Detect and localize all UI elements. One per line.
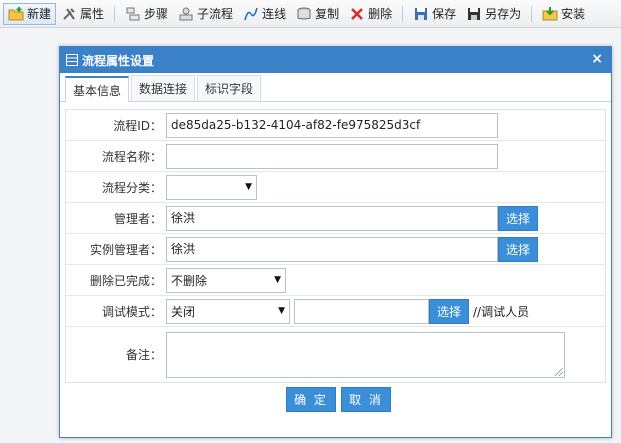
save-icon <box>413 6 429 22</box>
steps-label: 步骤 <box>144 7 169 21</box>
row-delete-completed: 删除已完成： 不删除 ▼ <box>66 265 605 296</box>
debug-mode-label: 调试模式： <box>101 304 162 319</box>
row-manager: 管理者： 徐洪 选择 <box>66 203 605 234</box>
copy-icon <box>296 6 312 22</box>
tools-icon <box>61 6 77 22</box>
save-as-label: 另存为 <box>485 7 522 21</box>
dialog-titlebar[interactable]: 流程属性设置 × <box>60 47 611 73</box>
toolbar-divider <box>114 5 116 22</box>
connect-line-label: 连线 <box>262 7 287 21</box>
copy-button[interactable]: 复制 <box>291 3 344 25</box>
delete-button[interactable]: 删除 <box>344 3 397 25</box>
dialog-footer: 确 定 取 消 <box>60 387 611 417</box>
manager-input[interactable]: 徐洪 <box>166 205 498 231</box>
steps-icon <box>125 6 141 22</box>
delete-completed-select[interactable]: 不删除 ▼ <box>166 267 286 293</box>
save-as-icon <box>466 6 482 22</box>
flow-properties-dialog: 流程属性设置 × 基本信息 数据连接 标识字段 流程ID： de85da25-b… <box>59 46 612 438</box>
ok-button[interactable]: 确 定 <box>286 387 336 412</box>
steps-button[interactable]: 步骤 <box>120 3 173 25</box>
tab-basic-info[interactable]: 基本信息 <box>65 76 130 102</box>
row-flow-name: 流程名称： <box>66 141 605 172</box>
copy-label: 复制 <box>315 7 340 21</box>
instance-manager-select-button[interactable]: 选择 <box>498 236 539 262</box>
flow-id-input[interactable]: de85da25-b132-4104-af82-fe975825d3cf <box>166 112 498 138</box>
tab-identifier-field[interactable]: 标识字段 <box>197 75 262 101</box>
new-button[interactable]: 新建 <box>3 2 57 25</box>
debug-mode-select[interactable]: 关闭 ▼ <box>166 298 290 324</box>
remark-textarea[interactable] <box>166 331 565 378</box>
window-icon <box>66 54 78 66</box>
flow-category-label: 流程分类： <box>101 180 162 195</box>
connect-line-button[interactable]: 连线 <box>238 3 291 25</box>
new-folder-icon <box>8 6 24 22</box>
row-flow-id: 流程ID： de85da25-b132-4104-af82-fe975825d3… <box>66 110 605 141</box>
manager-label: 管理者： <box>113 211 162 226</box>
flow-id-label: 流程ID： <box>113 118 162 133</box>
row-remark: 备注： <box>66 327 605 382</box>
toolbar-divider <box>402 5 404 22</box>
manager-select-button[interactable]: 选择 <box>498 205 539 231</box>
dropdown-arrow-icon: ▼ <box>245 182 252 192</box>
dialog-title: 流程属性设置 <box>82 53 155 68</box>
resize-grip-icon[interactable] <box>555 367 563 376</box>
debug-mode-value: 关闭 <box>171 304 196 319</box>
basic-info-form: 流程ID： de85da25-b132-4104-af82-fe975825d3… <box>65 109 606 383</box>
row-instance-manager: 实例管理者： 徐洪 选择 <box>66 234 605 265</box>
remark-label: 备注： <box>125 348 162 362</box>
properties-label: 属性 <box>80 7 105 21</box>
main-toolbar: 新建 属性 步骤 子流程 连线 复制 删除 保存 另存为 安装 <box>0 0 621 28</box>
install-button[interactable]: 安装 <box>537 3 590 25</box>
instance-manager-input[interactable]: 徐洪 <box>166 236 498 262</box>
instance-manager-label: 实例管理者： <box>89 242 162 257</box>
flow-name-label: 流程名称： <box>101 149 162 164</box>
install-label: 安装 <box>561 7 586 21</box>
flow-category-select[interactable]: ▼ <box>166 174 257 200</box>
dropdown-arrow-icon: ▼ <box>278 306 285 316</box>
delete-icon <box>349 6 365 22</box>
toolbar-divider <box>531 5 533 22</box>
subflow-button[interactable]: 子流程 <box>173 3 238 25</box>
save-as-button[interactable]: 另存为 <box>461 3 526 25</box>
tab-data-connection[interactable]: 数据连接 <box>131 75 196 101</box>
debug-user-input[interactable] <box>294 298 429 324</box>
subflow-label: 子流程 <box>197 7 234 21</box>
delete-completed-value: 不删除 <box>171 273 208 288</box>
dropdown-arrow-icon: ▼ <box>274 275 281 285</box>
save-button[interactable]: 保存 <box>408 3 461 25</box>
debug-user-select-button[interactable]: 选择 <box>429 298 470 324</box>
debug-user-hint: //调试人员 <box>473 304 530 319</box>
close-icon[interactable]: × <box>591 51 603 67</box>
properties-button[interactable]: 属性 <box>56 3 109 25</box>
cancel-button[interactable]: 取 消 <box>341 387 391 412</box>
subflow-icon <box>178 6 194 22</box>
connect-line-icon <box>243 6 259 22</box>
flow-name-input[interactable] <box>166 143 498 169</box>
tab-bar: 基本信息 数据连接 标识字段 <box>60 73 611 102</box>
save-label: 保存 <box>432 7 457 21</box>
new-label: 新建 <box>27 7 52 21</box>
delete-completed-label: 删除已完成： <box>89 273 162 288</box>
delete-label: 删除 <box>368 7 393 21</box>
row-debug-mode: 调试模式： 关闭 ▼ 选择 //调试人员 <box>66 296 605 327</box>
row-flow-category: 流程分类： ▼ <box>66 172 605 203</box>
install-icon <box>542 6 558 22</box>
